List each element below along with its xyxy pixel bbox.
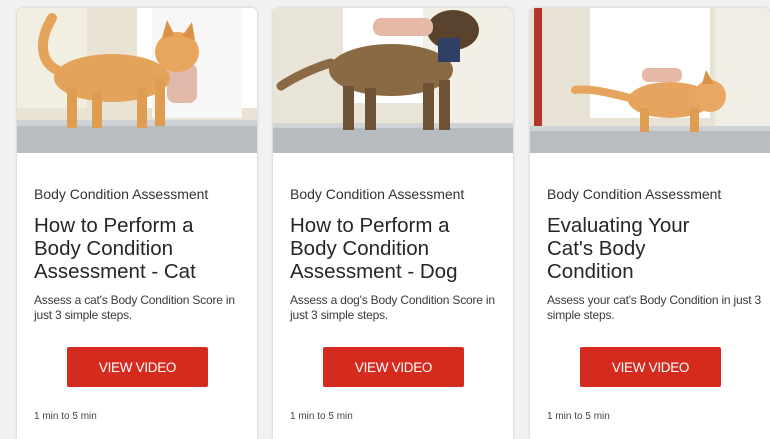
video-card-cat-evaluation[interactable]: Body Condition Assessment Evaluating You… [530, 8, 770, 439]
card-category: Body Condition Assessment [547, 186, 722, 202]
card-title[interactable]: How to Perform a Body Condition Assessme… [290, 214, 505, 283]
card-duration: 1 min to 5 min [290, 411, 353, 422]
cat-held-by-vet-image [530, 8, 770, 153]
card-title[interactable]: How to Perform a Body Condition Assessme… [34, 214, 249, 283]
view-video-button[interactable]: VIEW VIDEO [580, 347, 721, 387]
card-category: Body Condition Assessment [34, 186, 209, 202]
card-title[interactable]: Evaluating Your Cat's Body Condition [547, 214, 762, 283]
video-thumbnail[interactable] [273, 8, 513, 153]
dog-on-exam-table-image [273, 8, 513, 153]
video-card-grid: Body Condition Assessment How to Perform… [0, 0, 770, 439]
video-card-dog-assessment[interactable]: Body Condition Assessment How to Perform… [273, 8, 513, 439]
card-description: Assess your cat's Body Condition in just… [547, 293, 761, 322]
view-video-button[interactable]: VIEW VIDEO [67, 347, 208, 387]
video-card-cat-assessment[interactable]: Body Condition Assessment How to Perform… [17, 8, 257, 439]
card-description: Assess a cat's Body Condition Score in j… [34, 293, 235, 322]
card-duration: 1 min to 5 min [547, 411, 610, 422]
cat-on-exam-table-image [17, 8, 257, 153]
view-video-button[interactable]: VIEW VIDEO [323, 347, 464, 387]
card-description: Assess a dog's Body Condition Score in j… [290, 293, 495, 322]
video-thumbnail[interactable] [530, 8, 770, 153]
video-thumbnail[interactable] [17, 8, 257, 153]
card-duration: 1 min to 5 min [34, 411, 97, 422]
card-category: Body Condition Assessment [290, 186, 465, 202]
